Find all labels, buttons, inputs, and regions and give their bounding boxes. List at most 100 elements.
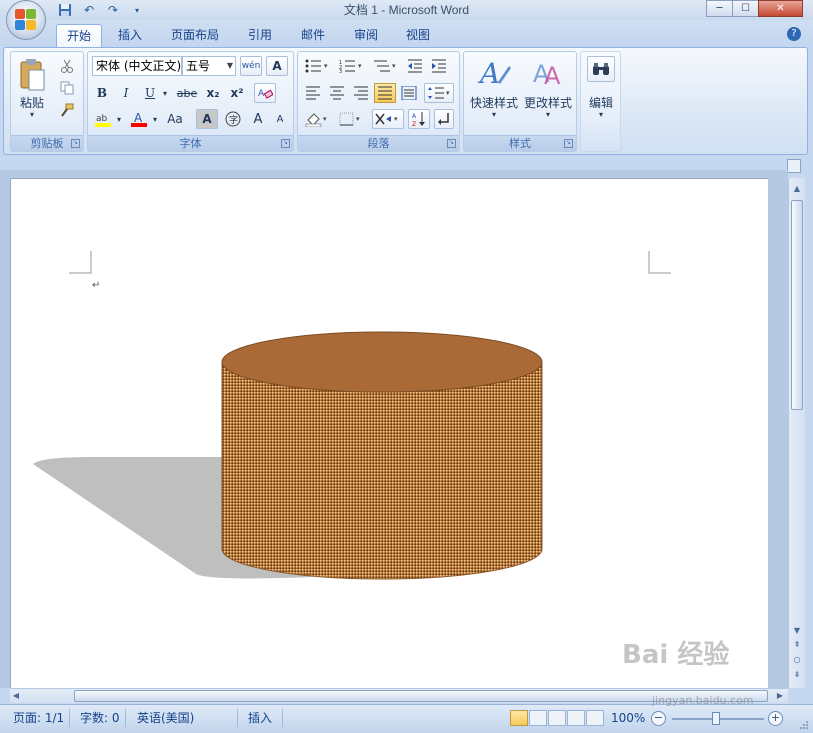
sort-icon[interactable]: AZ — [408, 109, 430, 129]
page-count[interactable]: 页面: 1/1 — [8, 709, 71, 727]
tab-references[interactable]: 引用 — [238, 24, 282, 47]
paste-label[interactable]: 粘贴 — [15, 94, 49, 111]
binoculars-icon[interactable] — [587, 56, 615, 82]
italic-button[interactable]: I — [116, 83, 136, 103]
font-name-combo[interactable]: 宋体 (中文正文) — [92, 56, 182, 76]
shading-icon[interactable]: ▾ — [302, 109, 332, 129]
strikethrough-button[interactable]: abe — [174, 83, 200, 103]
highlight-icon[interactable]: ab — [92, 109, 114, 129]
phonetic-guide-icon[interactable]: wén — [240, 56, 262, 76]
chinese-layout-icon[interactable]: ▾ — [372, 109, 404, 129]
office-logo-icon — [15, 9, 37, 31]
tab-review[interactable]: 审阅 — [344, 24, 388, 47]
tab-page-layout[interactable]: 页面布局 — [161, 24, 229, 47]
quick-styles-label[interactable]: 快速样式 — [466, 94, 522, 111]
word-count[interactable]: 字数: 0 — [75, 709, 126, 727]
close-button[interactable]: ✕ — [758, 0, 803, 17]
clipboard-group: 粘贴 ▾ 剪贴板 ↘ — [10, 51, 84, 152]
subscript-button[interactable]: x₂ — [202, 83, 224, 103]
superscript-button[interactable]: x² — [226, 83, 248, 103]
scroll-up-icon[interactable]: ▲ — [791, 182, 803, 196]
change-case-button[interactable]: Aa — [162, 109, 188, 129]
line-spacing-icon[interactable]: ▾ — [424, 83, 454, 103]
change-styles-label[interactable]: 更改样式 — [520, 94, 576, 111]
character-shading-icon[interactable]: A — [196, 109, 218, 129]
vertical-scroll-thumb[interactable] — [791, 200, 803, 410]
styles-dialog-launcher[interactable]: ↘ — [564, 139, 573, 148]
help-icon[interactable]: ? — [787, 27, 801, 41]
editing-label[interactable]: 编辑 — [581, 94, 621, 111]
scroll-right-icon[interactable]: ▶ — [774, 689, 786, 703]
svg-text:A: A — [134, 111, 143, 125]
highlight-dropdown-icon[interactable]: ▾ — [114, 109, 124, 129]
minimize-button[interactable]: ─ — [706, 0, 733, 17]
scroll-down-icon[interactable]: ▼ — [791, 624, 803, 638]
show-marks-icon[interactable] — [434, 109, 454, 129]
tab-home[interactable]: 开始 — [56, 24, 103, 47]
align-right-icon[interactable] — [350, 83, 372, 103]
full-screen-reading-view-icon[interactable] — [529, 710, 547, 726]
quick-styles-icon[interactable]: A — [472, 54, 516, 92]
font-color-icon[interactable]: A — [128, 109, 150, 129]
copy-icon[interactable] — [57, 78, 77, 98]
shrink-font-button[interactable]: A — [270, 109, 290, 129]
distributed-icon[interactable] — [398, 83, 420, 103]
paste-dropdown-icon[interactable]: ▾ — [15, 110, 49, 119]
increase-indent-icon[interactable] — [428, 56, 450, 76]
align-left-icon[interactable] — [302, 83, 324, 103]
font-size-combo[interactable]: 五号 ▼ — [182, 56, 236, 76]
font-size-dropdown-icon: ▼ — [226, 61, 233, 70]
resize-grip-icon[interactable] — [799, 719, 809, 729]
document-page[interactable] — [10, 178, 768, 688]
office-button[interactable] — [6, 0, 46, 40]
bold-button[interactable]: B — [92, 83, 112, 103]
paste-icon[interactable] — [15, 56, 49, 94]
select-browse-object-icon[interactable]: ○ — [791, 653, 803, 667]
zoom-level[interactable]: 100% — [611, 709, 645, 727]
print-layout-view-icon[interactable] — [510, 710, 528, 726]
decrease-indent-icon[interactable] — [404, 56, 426, 76]
change-styles-icon[interactable]: AA — [526, 54, 570, 92]
cut-icon[interactable] — [57, 56, 77, 76]
character-border-icon[interactable]: A — [266, 56, 288, 76]
borders-icon[interactable]: ▾ — [336, 109, 366, 129]
quick-styles-dropdown-icon[interactable]: ▾ — [466, 110, 522, 119]
paragraph-dialog-launcher[interactable]: ↘ — [447, 139, 456, 148]
underline-dropdown-icon[interactable]: ▾ — [160, 83, 170, 103]
ruler-toggle-button[interactable] — [787, 159, 801, 173]
zoom-out-icon[interactable]: − — [651, 711, 666, 726]
multilevel-list-icon[interactable]: ▾ — [370, 56, 400, 76]
insert-mode-indicator[interactable]: 插入 — [243, 709, 283, 727]
grow-font-button[interactable]: A — [248, 109, 268, 129]
scroll-left-icon[interactable]: ◀ — [10, 689, 22, 703]
font-dialog-launcher[interactable]: ↘ — [281, 139, 290, 148]
next-page-icon[interactable]: ⇟ — [791, 668, 803, 682]
numbering-icon[interactable]: 1 2 3 ▾ — [336, 56, 366, 76]
language-indicator[interactable]: 英语(美国) — [132, 709, 238, 727]
font-color-dropdown-icon[interactable]: ▾ — [150, 109, 160, 129]
crop-mark-top-right — [648, 251, 671, 274]
clear-formatting-icon[interactable]: A — [254, 83, 276, 103]
web-layout-view-icon[interactable] — [548, 710, 566, 726]
underline-button[interactable]: U — [140, 83, 160, 103]
justify-icon[interactable] — [374, 83, 396, 103]
tab-insert[interactable]: 插入 — [108, 24, 152, 47]
draft-view-icon[interactable] — [586, 710, 604, 726]
enclose-characters-icon[interactable]: 字 — [222, 109, 244, 129]
vertical-scrollbar[interactable]: ▲ ▼ ⇞ ○ ⇟ — [788, 178, 805, 688]
outline-view-icon[interactable] — [567, 710, 585, 726]
change-styles-dropdown-icon[interactable]: ▾ — [520, 110, 576, 119]
tab-view[interactable]: 视图 — [396, 24, 440, 47]
bullets-icon[interactable]: ▾ — [302, 56, 332, 76]
clipboard-dialog-launcher[interactable]: ↘ — [71, 139, 80, 148]
align-center-icon[interactable] — [326, 83, 348, 103]
cylinder-top — [221, 331, 543, 393]
format-painter-icon[interactable] — [57, 100, 77, 120]
zoom-in-icon[interactable]: + — [768, 711, 783, 726]
maximize-button[interactable]: ☐ — [732, 0, 759, 17]
previous-page-icon[interactable]: ⇞ — [791, 638, 803, 652]
font-size-value: 五号 — [186, 59, 211, 73]
zoom-slider-thumb[interactable] — [712, 712, 720, 725]
editing-dropdown-icon[interactable]: ▾ — [581, 110, 621, 119]
tab-mailings[interactable]: 邮件 — [291, 24, 335, 47]
